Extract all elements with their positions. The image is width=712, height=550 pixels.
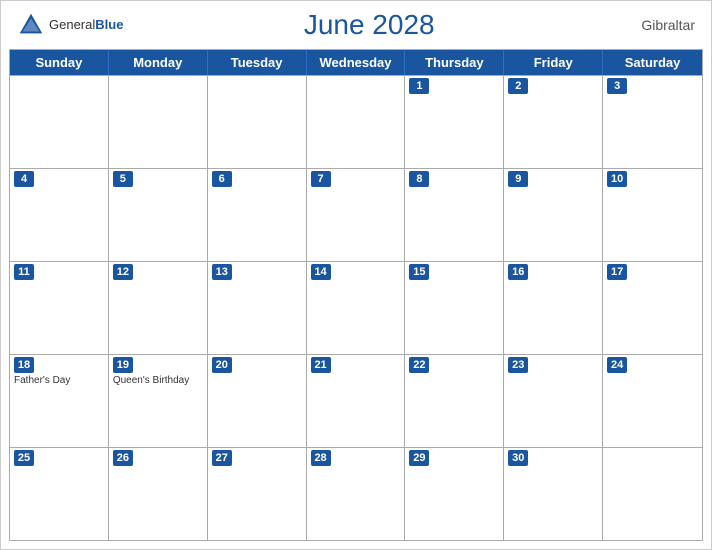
calendar-cell: 4 <box>10 169 109 261</box>
calendar-cell: 11 <box>10 262 109 354</box>
header-sunday: Sunday <box>10 50 109 75</box>
calendar-cell <box>307 76 406 168</box>
calendar-cell: 6 <box>208 169 307 261</box>
calendar-cell <box>109 76 208 168</box>
calendar-region: Gibraltar <box>615 17 695 33</box>
cell-date-number: 21 <box>311 357 331 373</box>
cell-date-number: 19 <box>113 357 133 373</box>
cell-date-number: 1 <box>409 78 429 94</box>
calendar-header: GeneralBlue June 2028 Gibraltar <box>1 1 711 49</box>
calendar-cell: 20 <box>208 355 307 447</box>
logo-general-text: General <box>49 17 95 32</box>
cell-date-number: 27 <box>212 450 232 466</box>
cell-date-number: 6 <box>212 171 232 187</box>
calendar-cell: 3 <box>603 76 702 168</box>
calendar-cell <box>10 76 109 168</box>
calendar-cell: 7 <box>307 169 406 261</box>
cell-date-number: 26 <box>113 450 133 466</box>
week-2: 4 5 6 7 8 9 10 <box>10 168 702 261</box>
week-3: 11 12 13 14 15 16 17 <box>10 261 702 354</box>
calendar-cell: 14 <box>307 262 406 354</box>
calendar-cell: 28 <box>307 448 406 540</box>
header-wednesday: Wednesday <box>307 50 406 75</box>
cell-date-number: 3 <box>607 78 627 94</box>
cell-date-number: 14 <box>311 264 331 280</box>
cell-date-number: 30 <box>508 450 528 466</box>
calendar-cell: 17 <box>603 262 702 354</box>
cell-date-number: 5 <box>113 171 133 187</box>
week-4: 18 Father's Day 19 Queen's Birthday 20 21 22 23… <box>10 354 702 447</box>
calendar-cell: 12 <box>109 262 208 354</box>
header-friday: Friday <box>504 50 603 75</box>
calendar-cell <box>603 448 702 540</box>
cell-date-number: 2 <box>508 78 528 94</box>
calendar-cell: 18 Father's Day <box>10 355 109 447</box>
cell-date-number: 22 <box>409 357 429 373</box>
cell-date-number: 4 <box>14 171 34 187</box>
calendar-cell: 22 <box>405 355 504 447</box>
calendar-cell: 15 <box>405 262 504 354</box>
calendar-cell: 1 <box>405 76 504 168</box>
cell-date-number: 12 <box>113 264 133 280</box>
cell-date-number: 10 <box>607 171 627 187</box>
cell-date-number: 16 <box>508 264 528 280</box>
calendar-cell: 19 Queen's Birthday <box>109 355 208 447</box>
logo-icon <box>17 11 45 39</box>
calendar-cell: 26 <box>109 448 208 540</box>
cell-date-number: 13 <box>212 264 232 280</box>
calendar-cell: 21 <box>307 355 406 447</box>
calendar-grid: Sunday Monday Tuesday Wednesday Thursday… <box>9 49 703 541</box>
header-saturday: Saturday <box>603 50 702 75</box>
cell-date-number: 28 <box>311 450 331 466</box>
calendar-cell <box>208 76 307 168</box>
logo-blue-text: Blue <box>95 17 123 32</box>
cell-date-number: 24 <box>607 357 627 373</box>
calendar-weeks: 123456789101112131415161718Father's Day1… <box>10 75 702 540</box>
calendar-cell: 23 <box>504 355 603 447</box>
cell-event: Queen's Birthday <box>113 375 203 387</box>
calendar-cell: 24 <box>603 355 702 447</box>
calendar-cell: 30 <box>504 448 603 540</box>
cell-date-number: 7 <box>311 171 331 187</box>
calendar-cell: 13 <box>208 262 307 354</box>
calendar-cell: 8 <box>405 169 504 261</box>
cell-date-number: 29 <box>409 450 429 466</box>
calendar-cell: 10 <box>603 169 702 261</box>
logo: GeneralBlue <box>17 11 123 39</box>
cell-event: Father's Day <box>14 375 104 387</box>
cell-date-number: 17 <box>607 264 627 280</box>
cell-date-number: 9 <box>508 171 528 187</box>
cell-date-number: 11 <box>14 264 34 280</box>
calendar-title: June 2028 <box>123 9 615 41</box>
header-thursday: Thursday <box>405 50 504 75</box>
calendar-cell: 2 <box>504 76 603 168</box>
calendar-cell: 5 <box>109 169 208 261</box>
calendar-cell: 25 <box>10 448 109 540</box>
calendar-cell: 27 <box>208 448 307 540</box>
cell-date-number: 8 <box>409 171 429 187</box>
week-5: 25 26 27 28 29 30 <box>10 447 702 540</box>
cell-date-number: 20 <box>212 357 232 373</box>
calendar-cell: 29 <box>405 448 504 540</box>
cell-date-number: 18 <box>14 357 34 373</box>
calendar-page: GeneralBlue June 2028 Gibraltar Sunday M… <box>0 0 712 550</box>
calendar-cell: 16 <box>504 262 603 354</box>
cell-date-number: 15 <box>409 264 429 280</box>
cell-date-number: 25 <box>14 450 34 466</box>
calendar-cell: 9 <box>504 169 603 261</box>
day-headers-row: Sunday Monday Tuesday Wednesday Thursday… <box>10 50 702 75</box>
cell-date-number: 23 <box>508 357 528 373</box>
header-tuesday: Tuesday <box>208 50 307 75</box>
header-monday: Monday <box>109 50 208 75</box>
week-1: 1 2 3 <box>10 75 702 168</box>
